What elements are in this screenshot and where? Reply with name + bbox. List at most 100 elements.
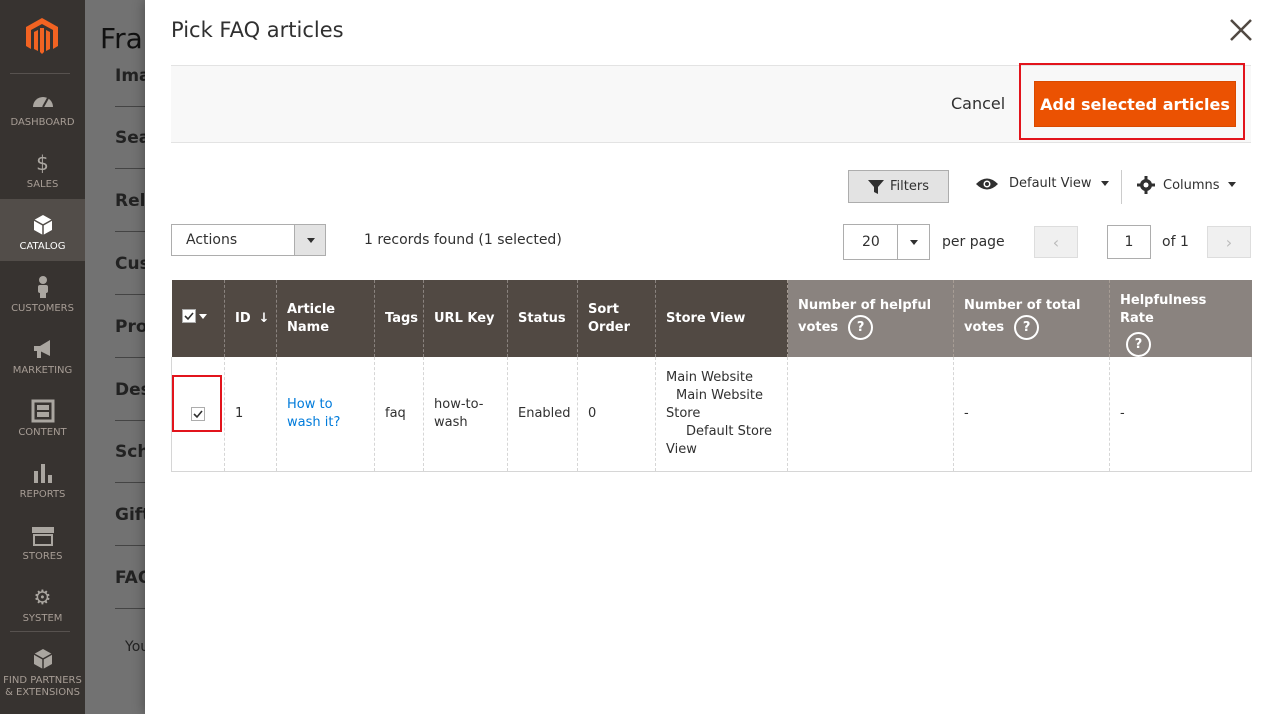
default-view-dropdown[interactable]: Default View xyxy=(975,176,1110,191)
cell-helpful-votes xyxy=(787,357,954,472)
gear-icon xyxy=(1137,176,1155,194)
header-label: votes xyxy=(798,320,839,335)
cell-total-votes: - xyxy=(953,357,1110,472)
help-icon[interactable]: ? xyxy=(1014,315,1040,340)
actions-dropdown[interactable]: Actions xyxy=(171,224,326,256)
header-label: Article xyxy=(287,301,336,317)
add-selected-articles-button[interactable]: Add selected articles xyxy=(1034,81,1236,127)
table-row[interactable]: 1 How to wash it? faq how-to-wash Enabled… xyxy=(171,357,1252,472)
header-label: ID xyxy=(235,310,251,326)
sidebar-item-label: CUSTOMERS xyxy=(11,303,74,314)
header-label: Order xyxy=(588,319,630,335)
caret-down-icon xyxy=(198,313,207,319)
help-icon[interactable]: ? xyxy=(848,315,874,340)
checkbox-box xyxy=(181,309,196,323)
per-page-label: per page xyxy=(942,234,1005,250)
column-header-sort-order[interactable]: Sort Order xyxy=(577,280,656,357)
header-label: Status xyxy=(518,310,566,326)
column-header-article-name[interactable]: Article Name xyxy=(276,280,375,357)
caret-down-icon xyxy=(1101,180,1110,186)
cell-sort-order: 0 xyxy=(577,357,656,472)
column-header-store-view[interactable]: Store View xyxy=(655,280,788,357)
column-header-tags[interactable]: Tags xyxy=(374,280,424,357)
header-label: Helpfulness Rate xyxy=(1120,293,1207,326)
modal-action-bar: Cancel Add selected articles xyxy=(171,63,1251,143)
cell-text: how-to- xyxy=(434,396,484,412)
cell-id: 1 xyxy=(224,357,277,472)
toolbar-divider xyxy=(1121,170,1122,204)
faq-articles-grid: ID ↓ Article Name Tags URL Key Status Sort… xyxy=(171,280,1252,472)
store-view-name-cont: View xyxy=(666,441,697,457)
column-header-status[interactable]: Status xyxy=(507,280,578,357)
checkmark-icon xyxy=(183,312,194,321)
cell-helpfulness-rate: - xyxy=(1109,357,1252,472)
sidebar-item-system[interactable]: ⚙ SYSTEM xyxy=(0,571,85,633)
sidebar-item-stores[interactable]: STORES xyxy=(0,509,85,571)
sidebar-item-label: SYSTEM xyxy=(22,613,63,624)
sidebar-item-label: MARKETING xyxy=(12,365,73,376)
cell-store-view: Main Website Main Website Store Default Sto… xyxy=(655,357,788,472)
next-page-button[interactable]: › xyxy=(1207,226,1251,258)
sidebar-item-label: DASHBOARD xyxy=(10,117,75,128)
actions-toggle[interactable] xyxy=(294,225,325,255)
actions-label: Actions xyxy=(186,232,238,248)
per-page-select[interactable]: 20 xyxy=(843,224,930,260)
cell-status: Enabled xyxy=(507,357,578,472)
store-name-cont: Store xyxy=(666,405,701,421)
chevron-left-icon: ‹ xyxy=(1052,232,1060,252)
column-header-id[interactable]: ID ↓ xyxy=(224,280,277,357)
dollar-icon: $ xyxy=(36,151,49,175)
column-header-helpfulness-rate: Helpfulness Rate? xyxy=(1109,280,1252,357)
column-header-url-key[interactable]: URL Key xyxy=(423,280,508,357)
help-icon[interactable]: ? xyxy=(1126,332,1151,357)
sidebar-item-label: SALES xyxy=(26,179,59,190)
cell-url-key: how-to-wash xyxy=(423,357,508,472)
sidebar-item-sales[interactable]: $ SALES xyxy=(0,137,85,199)
header-label: votes xyxy=(964,320,1005,335)
header-label: Tags xyxy=(385,310,419,326)
highlight-box xyxy=(172,375,222,432)
layout-icon xyxy=(31,399,54,423)
per-page-value: 20 xyxy=(862,234,880,250)
per-page-toggle[interactable] xyxy=(897,225,929,259)
sidebar-item-content[interactable]: CONTENT xyxy=(0,385,85,447)
article-name-link[interactable]: How to wash it? xyxy=(287,397,340,430)
gear-icon: ⚙ xyxy=(33,585,52,609)
default-view-label: Default View xyxy=(1009,176,1092,191)
chevron-right-icon: › xyxy=(1225,232,1233,252)
previous-page-button[interactable]: ‹ xyxy=(1034,226,1078,258)
sidebar-item-label: & EXTENSIONS xyxy=(5,687,80,698)
sidebar-divider xyxy=(10,73,70,74)
sidebar-item-marketing[interactable]: MARKETING xyxy=(0,323,85,385)
page-total: of 1 xyxy=(1162,234,1189,250)
admin-sidebar: DASHBOARD $ SALES CATALOG CUSTOMERS MARK… xyxy=(0,0,85,714)
columns-dropdown[interactable]: Columns xyxy=(1137,176,1236,194)
sidebar-item-reports[interactable]: REPORTS xyxy=(0,447,85,509)
page-number-input[interactable]: 1 xyxy=(1107,225,1151,259)
sidebar-item-catalog[interactable]: CATALOG xyxy=(0,199,85,261)
modal-title: Pick FAQ articles xyxy=(171,18,344,42)
sidebar-item-dashboard[interactable]: DASHBOARD xyxy=(0,75,85,137)
sidebar-item-extensions[interactable]: FIND PARTNERS & EXTENSIONS xyxy=(0,633,85,703)
sidebar-item-label: CATALOG xyxy=(19,241,66,252)
records-found-text: 1 records found (1 selected) xyxy=(364,232,562,248)
store-website: Main Website xyxy=(666,369,753,385)
close-icon[interactable] xyxy=(1227,16,1255,44)
cancel-button[interactable]: Cancel xyxy=(951,94,1005,113)
filters-button[interactable]: Filters xyxy=(848,170,949,203)
mass-select-checkbox[interactable] xyxy=(181,308,212,324)
sidebar-item-customers[interactable]: CUSTOMERS xyxy=(0,261,85,323)
sidebar-item-label: CONTENT xyxy=(18,427,67,438)
cell-tags: faq xyxy=(374,357,424,472)
magento-logo-icon[interactable] xyxy=(22,16,62,56)
store-name: Main Website xyxy=(676,387,763,403)
mass-select-header xyxy=(171,280,225,357)
box-icon xyxy=(33,215,52,235)
header-label: Number of helpful xyxy=(798,298,932,313)
link-text: How to xyxy=(287,396,333,412)
caret-down-icon xyxy=(307,238,315,243)
header-label: Sort xyxy=(588,301,619,317)
background-section: Pro xyxy=(115,317,148,337)
store-view-name: Default Store xyxy=(686,423,772,439)
dashboard-icon xyxy=(32,97,53,108)
